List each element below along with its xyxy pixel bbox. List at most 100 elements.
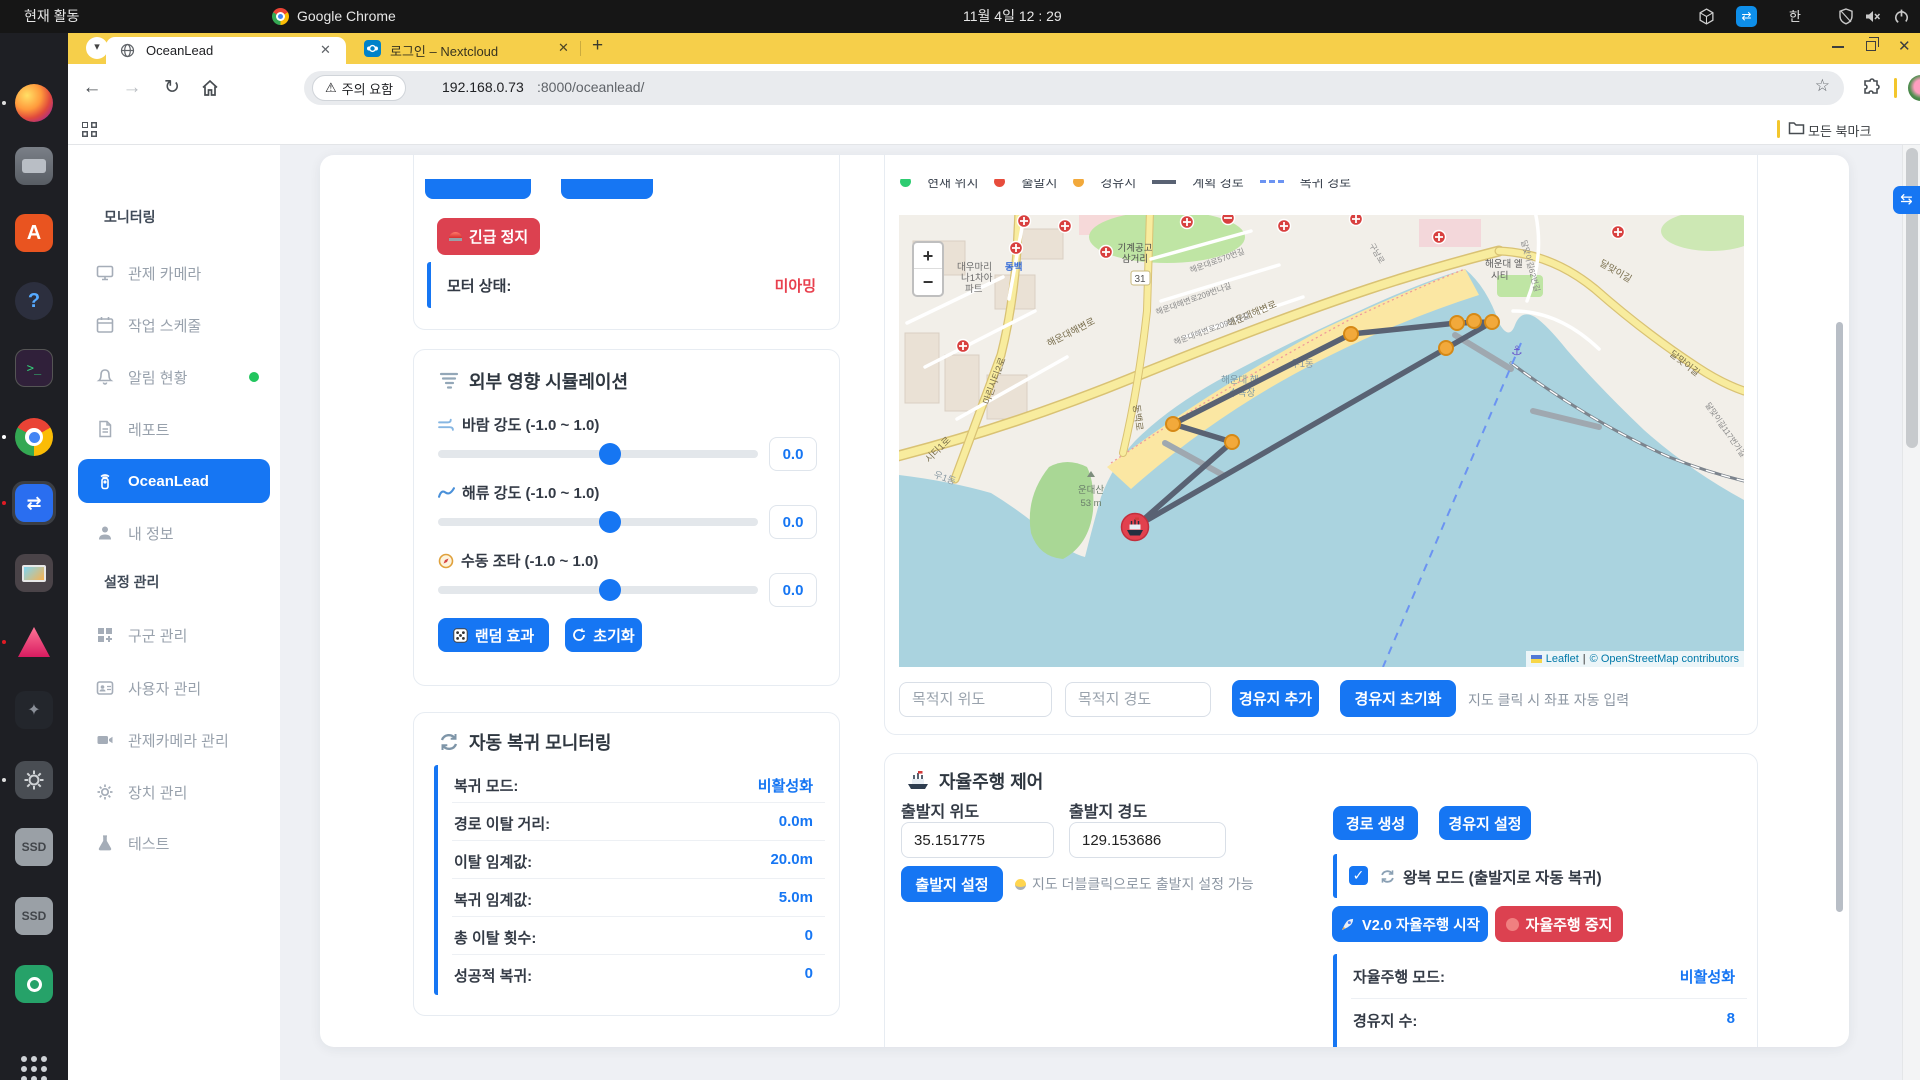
wind-value-box[interactable]: 0.0 <box>769 437 817 471</box>
tab-oceanlead[interactable]: OceanLead ✕ <box>106 37 346 64</box>
steer-value-box[interactable]: 0.0 <box>769 573 817 607</box>
ssd-drive-icon-2[interactable]: SSD <box>15 897 53 935</box>
window-restore-button[interactable] <box>1866 41 1876 51</box>
tab-separator <box>580 41 581 56</box>
muted-sound-icon[interactable] <box>1864 8 1882 28</box>
package-dock-icon[interactable] <box>15 965 53 1003</box>
page-scrollbar-thumb[interactable] <box>1836 322 1843 912</box>
zoom-out-button[interactable]: − <box>914 269 942 295</box>
return-threshold-label: 복귀 임계값: <box>454 889 532 910</box>
power-icon[interactable] <box>1893 8 1910 28</box>
settings-dock-icon[interactable] <box>15 761 53 799</box>
dark-tool-dock-icon[interactable]: ✦ <box>15 691 53 729</box>
bookmark-star-icon[interactable]: ☆ <box>1815 76 1830 96</box>
dest-lng-input[interactable] <box>1065 682 1211 717</box>
roundtrip-label[interactable]: 왕복 모드 (출발지로 자동 복귀) <box>1403 866 1602 888</box>
stop-autopilot-button[interactable]: 자율주행 중지 <box>1495 906 1623 942</box>
wind-slider[interactable] <box>438 450 758 458</box>
sync-app-dock-icon[interactable]: ⇄ <box>15 484 53 522</box>
help-dock-icon[interactable]: ? <box>15 282 53 320</box>
clipped-button-1[interactable] <box>425 179 531 199</box>
tab2-close-icon[interactable]: ✕ <box>558 40 569 56</box>
sidebar-label: 작업 스케줄 <box>128 315 201 336</box>
start-lat-input[interactable] <box>901 822 1054 858</box>
wind-slider-thumb[interactable] <box>599 443 621 465</box>
add-waypoint-button[interactable]: 경유지 추가 <box>1232 680 1319 717</box>
all-bookmarks-label[interactable]: 모든 북마크 <box>1808 121 1871 140</box>
set-start-button[interactable]: 출발지 설정 <box>901 866 1003 902</box>
chrome-dock-icon[interactable] <box>15 418 53 456</box>
forward-icon[interactable]: → <box>120 64 144 112</box>
extensions-icon[interactable] <box>1862 78 1882 103</box>
site-warning-chip[interactable]: ⚠ 주의 요함 <box>312 75 406 101</box>
gallery-dock-icon[interactable] <box>15 554 53 592</box>
random-effect-button[interactable]: 랜덤 효과 <box>438 618 549 652</box>
sidebar-item-cameras[interactable]: 관제 카메라 <box>78 251 270 295</box>
files-dock-icon[interactable] <box>15 147 53 185</box>
sidebar-item-myinfo[interactable]: 내 정보 <box>78 511 270 555</box>
tab-close-icon[interactable]: ✕ <box>320 42 331 58</box>
ime-indicator[interactable]: 한 <box>1789 0 1801 33</box>
sidebar-item-camera-mgmt[interactable]: 관제카메라 관리 <box>78 718 270 762</box>
roundtrip-checkbox[interactable]: ✓ <box>1349 866 1368 885</box>
zoom-in-button[interactable]: + <box>914 243 942 269</box>
shield-tray-icon[interactable] <box>1838 8 1854 28</box>
software-dock-icon[interactable]: A <box>15 214 53 252</box>
current-value-box[interactable]: 0.0 <box>769 505 817 539</box>
waypoint-count-label: 경유지 수: <box>1353 1010 1417 1031</box>
teamviewer-tray-icon[interactable]: ⇄ <box>1736 6 1757 27</box>
start-lng-input[interactable] <box>1069 822 1226 858</box>
sidebar-item-devices[interactable]: 장치 관리 <box>78 770 270 814</box>
reset-button[interactable]: 초기화 <box>565 618 642 652</box>
dest-lat-input[interactable] <box>899 682 1052 717</box>
svg-text:53 m: 53 m <box>1080 498 1101 509</box>
leaflet-map[interactable]: 31 기계공고 삼거리 대우마리나1차아파트 동백 해운대해변로 해운대해변로 … <box>899 215 1744 667</box>
sidebar-item-reports[interactable]: 레포트 <box>78 407 270 451</box>
clipped-button-2[interactable] <box>561 179 653 199</box>
calendar-icon <box>96 316 114 334</box>
window-minimize-button[interactable] <box>1832 46 1844 48</box>
reload-icon[interactable]: ↻ <box>160 64 184 112</box>
deviation-threshold-value: 20.0m <box>770 851 813 868</box>
sidebar-item-schedule[interactable]: 작업 스케줄 <box>78 303 270 347</box>
floating-widget-button[interactable]: ⇆ <box>1893 186 1920 214</box>
firefox-dock-icon[interactable] <box>15 84 53 122</box>
sidebar-item-oceanlead[interactable]: OceanLead <box>78 459 270 503</box>
tab-search-chevron[interactable]: ▾ <box>86 37 108 59</box>
apps-grid-icon[interactable] <box>82 122 88 128</box>
browser-scrollbar-track[interactable] <box>1902 145 1920 1080</box>
clear-waypoints-button[interactable]: 경유지 초기화 <box>1340 680 1456 717</box>
prism-dock-icon[interactable] <box>15 623 53 661</box>
current-slider[interactable] <box>438 518 758 526</box>
tray-cube-icon[interactable] <box>1698 8 1715 28</box>
create-route-button[interactable]: 경로 생성 <box>1333 806 1418 840</box>
anchor-icon: ⚓ <box>1511 343 1523 358</box>
window-close-button[interactable]: ✕ <box>1898 37 1911 55</box>
current-slider-thumb[interactable] <box>599 511 621 533</box>
start-autopilot-button[interactable]: V2.0 자율주행 시작 <box>1332 906 1488 942</box>
clock[interactable]: 11월 4일 12 : 29 <box>963 0 1062 33</box>
osm-link[interactable]: © OpenStreetMap contributors <box>1590 653 1739 665</box>
steer-slider[interactable] <box>438 586 758 594</box>
back-icon[interactable]: ← <box>80 64 104 112</box>
show-apps-grid-icon[interactable] <box>21 1056 27 1062</box>
ship-marker[interactable] <box>1122 514 1149 541</box>
profile-avatar[interactable] <box>1908 75 1920 101</box>
steer-slider-thumb[interactable] <box>599 579 621 601</box>
emergency-stop-button[interactable]: 긴급 정지 <box>437 218 540 255</box>
tab-nextcloud[interactable]: 로그인 – Nextcloud ✕ <box>356 33 606 64</box>
set-waypoints-button[interactable]: 경유지 설정 <box>1439 806 1531 840</box>
focused-app-name[interactable]: Google Chrome <box>297 0 396 33</box>
new-tab-button[interactable]: + <box>592 35 603 57</box>
url-bar[interactable]: ⚠ 주의 요함 192.168.0.73 :8000/oceanlead/ ☆ <box>304 71 1844 105</box>
home-icon[interactable] <box>200 78 220 103</box>
activities-button[interactable]: 현재 활동 <box>24 0 79 33</box>
terminal-dock-icon[interactable]: >_ <box>15 349 53 387</box>
sidebar-item-district[interactable]: 구군 관리 <box>78 613 270 657</box>
svg-text:기계공고: 기계공고 <box>1118 242 1153 254</box>
leaflet-link[interactable]: Leaflet <box>1546 653 1579 665</box>
sidebar-item-alerts[interactable]: 알림 현황 <box>78 355 270 399</box>
sidebar-item-test[interactable]: 테스트 <box>78 821 270 865</box>
sidebar-item-users[interactable]: 사용자 관리 <box>78 666 270 710</box>
ssd-drive-icon-1[interactable]: SSD <box>15 828 53 866</box>
